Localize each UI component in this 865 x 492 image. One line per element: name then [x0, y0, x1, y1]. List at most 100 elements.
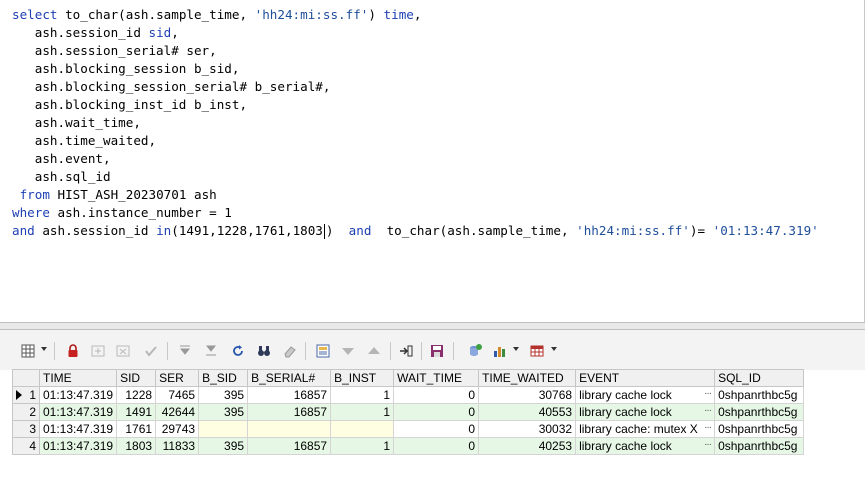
- filter-down-icon[interactable]: [340, 343, 356, 359]
- chevron-down-icon[interactable]: [513, 347, 519, 351]
- table-row[interactable]: 1 01:13:47.319 1228 7465 395 16857 1 0 30768 ··· l…: [12, 386, 805, 404]
- cell-sid[interactable]: 1491: [116, 403, 157, 421]
- cell-b-sid[interactable]: 395: [198, 437, 249, 455]
- cell-wait-time[interactable]: 0: [393, 386, 480, 404]
- cell-ser[interactable]: 29743: [155, 420, 200, 438]
- cell-b-inst[interactable]: 1: [330, 386, 395, 404]
- ellipsis-button[interactable]: ···: [704, 439, 712, 450]
- column-header-time-waited[interactable]: TIME_WAITED: [478, 369, 577, 387]
- code-line[interactable]: where ash.instance_number = 1: [12, 204, 232, 222]
- code-line[interactable]: ash.blocking_session b_sid,: [12, 60, 240, 78]
- column-header-time[interactable]: TIME: [38, 369, 118, 387]
- move-down-icon[interactable]: [177, 343, 193, 359]
- code-line[interactable]: select to_char(ash.sample_time, 'hh24:mi…: [12, 6, 421, 24]
- cell-sid[interactable]: 1761: [116, 420, 157, 438]
- code-token: to_char(ash.sample_time,: [57, 7, 255, 22]
- cell-ser[interactable]: 7465: [155, 386, 200, 404]
- grid-options-icon[interactable]: [20, 343, 36, 359]
- table-row[interactable]: 4 01:13:47.319 1803 11833 395 16857 1 0 40253 ···…: [12, 437, 805, 455]
- column-header-wait-time[interactable]: WAIT_TIME: [393, 369, 480, 387]
- row-number[interactable]: 4: [12, 437, 40, 455]
- code-line[interactable]: from HIST_ASH_20230701 ash: [12, 186, 217, 204]
- ellipsis-button[interactable]: ···: [704, 422, 712, 433]
- column-header-b-sid[interactable]: B_SID: [198, 369, 249, 387]
- cell-sql-id[interactable]: 0shpanrthbc5g: [714, 386, 805, 404]
- binoculars-icon[interactable]: [256, 343, 272, 359]
- cell-sid[interactable]: 1228: [116, 386, 157, 404]
- cell-time[interactable]: 01:13:47.319: [38, 437, 118, 455]
- cell-sql-id[interactable]: 0shpanrthbc5g: [714, 403, 805, 421]
- cell-b-inst[interactable]: [330, 420, 395, 438]
- cell-event[interactable]: ··· library cache: mutex X: [575, 420, 716, 438]
- cell-event[interactable]: ··· library cache lock: [575, 403, 716, 421]
- results-grid[interactable]: TIME SID SER B_SID B_SERIAL# B_INST WAIT_TIME T…: [12, 369, 805, 455]
- refresh-icon[interactable]: [230, 343, 246, 359]
- table-row[interactable]: 3 01:13:47.319 1761 29743 0 30032 ··· library c…: [12, 420, 805, 438]
- move-bottom-icon[interactable]: [203, 343, 219, 359]
- cell-b-sid[interactable]: 395: [198, 403, 249, 421]
- filter-up-icon[interactable]: [366, 343, 382, 359]
- cell-time-waited[interactable]: 30768: [478, 386, 577, 404]
- ellipsis-button[interactable]: ···: [704, 405, 712, 416]
- column-header-event[interactable]: EVENT: [575, 369, 716, 387]
- cell-b-serial-[interactable]: 16857: [247, 403, 332, 421]
- code-line[interactable]: ash.time_waited,: [12, 132, 156, 150]
- form-view-icon[interactable]: [315, 343, 331, 359]
- post-changes-icon[interactable]: [143, 343, 159, 359]
- column-header-sql-id[interactable]: SQL_ID: [714, 369, 805, 387]
- data-source-icon[interactable]: [467, 343, 483, 359]
- cell-b-serial-[interactable]: 16857: [247, 437, 332, 455]
- code-line[interactable]: ash.blocking_session_serial# b_serial#,: [12, 78, 331, 96]
- cell-b-serial-[interactable]: 16857: [247, 386, 332, 404]
- row-number[interactable]: 3: [12, 420, 40, 438]
- code-line[interactable]: ash.wait_time,: [12, 114, 141, 132]
- chevron-down-icon[interactable]: [41, 347, 47, 351]
- cell-b-serial-[interactable]: [247, 420, 332, 438]
- cell-event[interactable]: ··· library cache lock: [575, 386, 716, 404]
- lock-icon[interactable]: [65, 343, 81, 359]
- cell-b-inst[interactable]: 1: [330, 437, 395, 455]
- cell-wait-time[interactable]: 0: [393, 437, 480, 455]
- cell-time-waited[interactable]: 40553: [478, 403, 577, 421]
- table-icon[interactable]: [529, 343, 545, 359]
- code-line[interactable]: ash.session_serial# ser,: [12, 42, 217, 60]
- cell-time-waited[interactable]: 30032: [478, 420, 577, 438]
- clear-filter-icon[interactable]: [282, 343, 298, 359]
- cell-event[interactable]: ··· library cache lock: [575, 437, 716, 455]
- chart-icon[interactable]: [492, 343, 508, 359]
- code-line[interactable]: and ash.session_id in(1491,1228,1761,180…: [12, 222, 819, 240]
- cell-time[interactable]: 01:13:47.319: [38, 386, 118, 404]
- cell-ser[interactable]: 42644: [155, 403, 200, 421]
- cell-time[interactable]: 01:13:47.319: [38, 403, 118, 421]
- column-header-ser[interactable]: SER: [155, 369, 200, 387]
- delete-record-icon[interactable]: [115, 343, 131, 359]
- export-icon[interactable]: [398, 343, 414, 359]
- code-line[interactable]: ash.event,: [12, 150, 111, 168]
- chevron-down-icon[interactable]: [551, 347, 557, 351]
- code-line[interactable]: ash.sql_id: [12, 168, 111, 186]
- row-number[interactable]: 1: [12, 386, 40, 404]
- column-header-b-inst[interactable]: B_INST: [330, 369, 395, 387]
- sql-editor[interactable]: select to_char(ash.sample_time, 'hh24:mi…: [0, 0, 865, 322]
- code-line[interactable]: ash.session_id sid,: [12, 24, 179, 42]
- column-header-b-serial-[interactable]: B_SERIAL#: [247, 369, 332, 387]
- code-line[interactable]: ash.blocking_inst_id b_inst,: [12, 96, 247, 114]
- cell-time[interactable]: 01:13:47.319: [38, 420, 118, 438]
- save-icon[interactable]: [429, 343, 445, 359]
- cell-ser[interactable]: 11833: [155, 437, 200, 455]
- row-number[interactable]: 2: [12, 403, 40, 421]
- cell-sql-id[interactable]: 0shpanrthbc5g: [714, 437, 805, 455]
- cell-time-waited[interactable]: 40253: [478, 437, 577, 455]
- pane-splitter[interactable]: [0, 322, 865, 330]
- cell-sid[interactable]: 1803: [116, 437, 157, 455]
- table-row[interactable]: 2 01:13:47.319 1491 42644 395 16857 1 0 40553 ···…: [12, 403, 805, 421]
- column-header-sid[interactable]: SID: [116, 369, 157, 387]
- cell-b-inst[interactable]: 1: [330, 403, 395, 421]
- insert-record-icon[interactable]: [90, 343, 106, 359]
- cell-sql-id[interactable]: 0shpanrthbc5g: [714, 420, 805, 438]
- ellipsis-button[interactable]: ···: [704, 388, 712, 399]
- cell-wait-time[interactable]: 0: [393, 420, 480, 438]
- cell-wait-time[interactable]: 0: [393, 403, 480, 421]
- cell-b-sid[interactable]: 395: [198, 386, 249, 404]
- cell-b-sid[interactable]: [198, 420, 249, 438]
